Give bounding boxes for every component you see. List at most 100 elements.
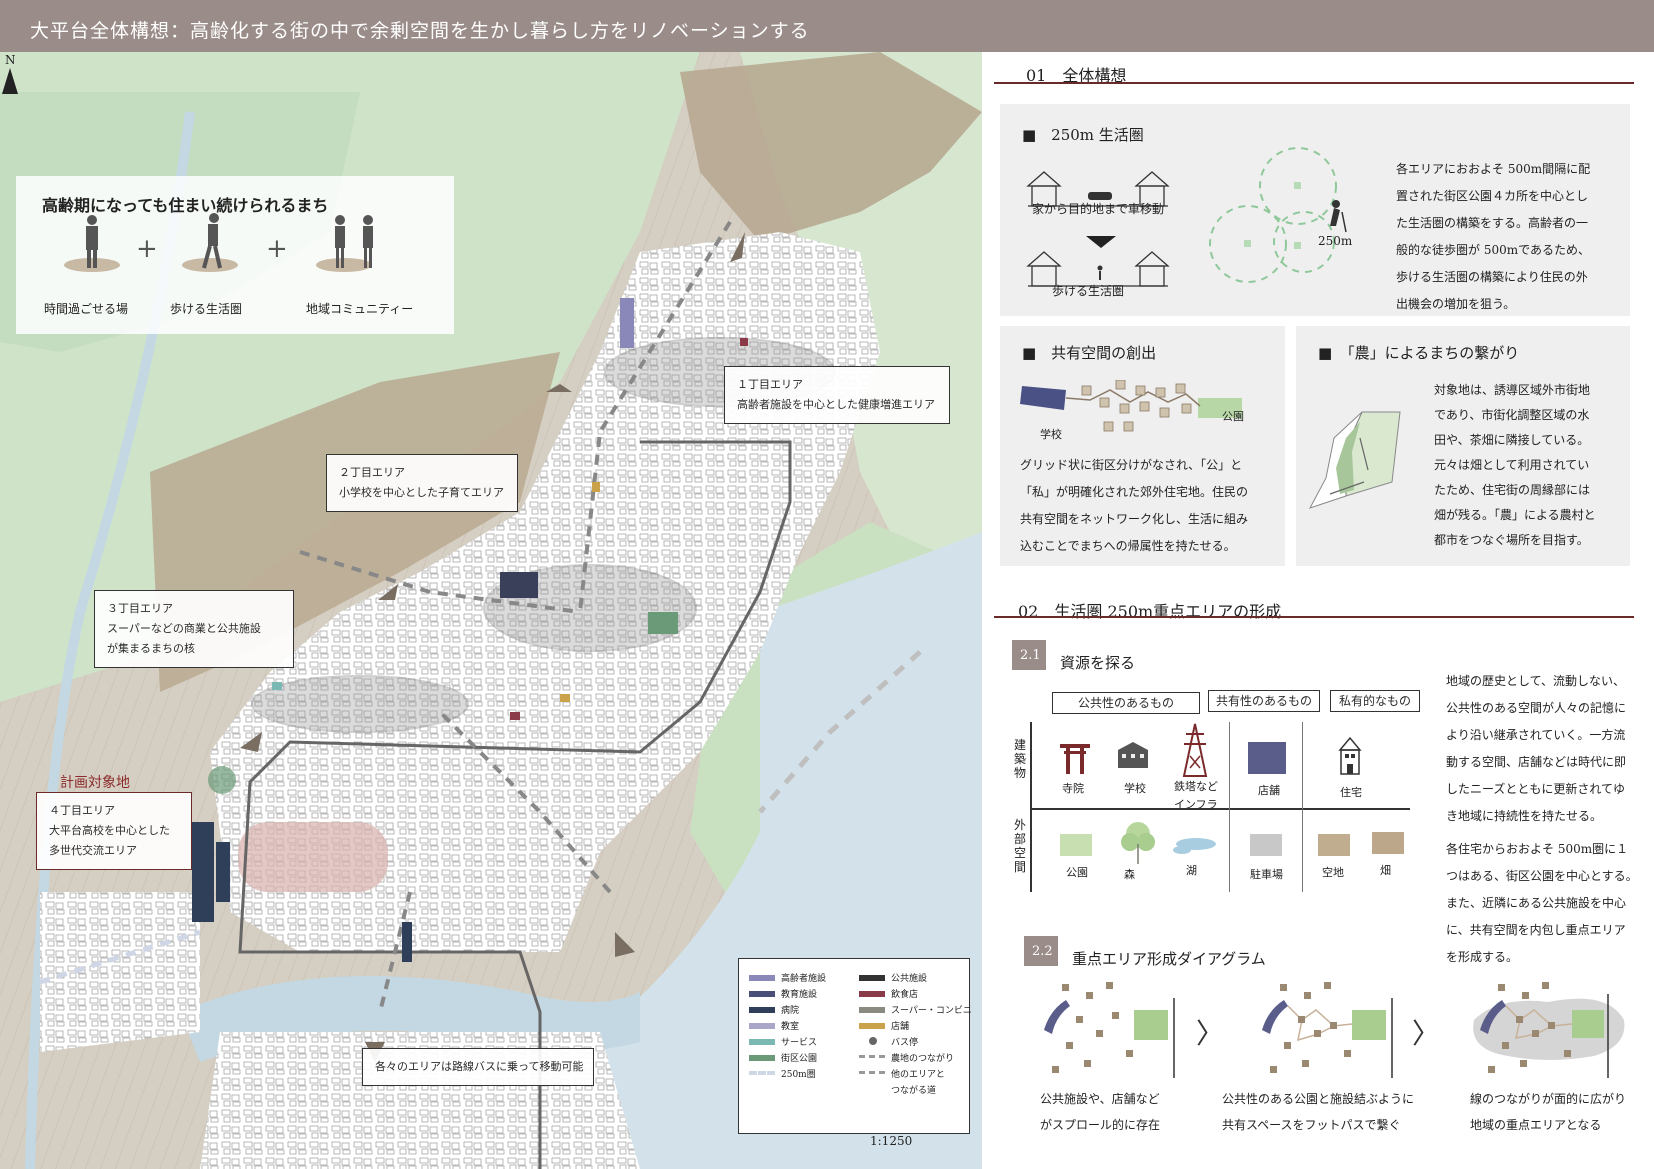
text-line: 各住宅からおおよそ 500m圏に１ xyxy=(1446,842,1629,856)
caption-line: 公共施設や、店舗など xyxy=(1040,1092,1160,1106)
page-header: 大平台全体構想：高齢化する街の中で余剰空間を生かし暮らし方をリノベーションする xyxy=(0,0,1654,52)
area-name: ４丁目エリア xyxy=(49,804,115,817)
text-line: 対象地は、誘導区域外市街地 xyxy=(1434,383,1591,397)
section-02-heading: 02 生活圏 250m重点エリアの形成 xyxy=(1018,598,1281,622)
area-card-1chome: １丁目エリア 高齢者施設を中心とした健康増進エリア xyxy=(724,366,950,424)
plus-icon: + xyxy=(266,234,288,264)
standing-person-icon xyxy=(86,215,98,268)
area-card-2chome: ２丁目エリア 小学校を中心とした子育てエリア xyxy=(326,454,518,512)
panel-farm: ■ 「農」によるまちの繋がり 対象地は、誘導区域外市街地 であり、市街化調整区域… xyxy=(1296,326,1630,566)
section-02-rule xyxy=(994,616,1634,618)
panel-farm-text: 対象地は、誘導区域外市街地 であり、市街化調整区域の水 田や、茶畑に隣接している… xyxy=(1434,378,1630,553)
intro-label-walkable: 歩ける生活圏 xyxy=(170,302,243,316)
subsection-2-2-badge: 2.2 xyxy=(1024,936,1058,966)
text-line: 地域の歴史として、流動しない、 xyxy=(1446,674,1626,688)
area-desc: スーパーなどの商業と公共施設 xyxy=(107,622,261,635)
text-line: つはある、街区公園を中心とする。 xyxy=(1446,869,1638,883)
panel-shared-text: グリッド状に街区分けがなされ、「公」と 「私」が明確化された郊外住宅地。住民の … xyxy=(1020,452,1282,560)
text-line: グリッド状に街区分けがなされ、「公」と xyxy=(1020,458,1243,472)
resource-label-shop: 店舗 xyxy=(1258,784,1280,797)
step-arrow-icon: 〉 xyxy=(1196,1017,1225,1050)
legend-swatch-public xyxy=(859,975,885,981)
farm-connection-diagram xyxy=(1308,411,1401,509)
legend-label: 250m圏 xyxy=(781,1070,816,1080)
concept-intro-title: 高齢期になっても住まい続けられるまち xyxy=(42,196,329,215)
forest-tree-icon xyxy=(1121,822,1155,864)
legend-swatch-service xyxy=(749,1039,775,1045)
caption-line: 公共性のある公園と施設結ぶように xyxy=(1222,1092,1415,1106)
text-line: 歩ける生活圏の構築により住民の外 xyxy=(1396,270,1588,284)
legend-swatch-farm-link xyxy=(859,1055,885,1058)
text-line: より沿い継承されていく。一方流 xyxy=(1446,728,1626,742)
text-line: 置された街区公園４カ所を中心とし xyxy=(1396,189,1589,203)
legend-swatch-elderly xyxy=(749,975,775,981)
legend-swatch-supermarket xyxy=(859,1007,885,1013)
text-line: 込むことでまちへの帰属性を持たせる。 xyxy=(1020,539,1236,553)
school-building-icon xyxy=(1118,742,1148,768)
steel-tower-icon xyxy=(1182,723,1208,777)
diagram-caption-2: 公共性のある公園と施設結ぶように 共有スペースをフットパスで繋ぐ xyxy=(1222,1086,1414,1138)
lake-icon xyxy=(1173,838,1216,854)
legend-label: 農地のつながり xyxy=(891,1054,955,1064)
legend-label: つながる道 xyxy=(891,1086,937,1096)
legend-swatch-shop xyxy=(859,1023,885,1029)
panel-250m: ■ 250m 生活圏 家から目的地まで車移動 歩ける生活圏 250m 各エリアに… xyxy=(1000,104,1630,316)
diagram-step-1 xyxy=(1044,982,1175,1078)
section-number: 02 xyxy=(1018,602,1039,621)
legend-label: 公共施設 xyxy=(891,974,928,984)
panel-shared-title: ■ 共有空間の創出 xyxy=(1022,344,1157,362)
panel-shared-space: ■ 共有空間の創出 学校 公園 グリッド状に街区分けがなされ、「公」と 「私」が… xyxy=(1000,326,1285,566)
panel-farm-title: ■ 「農」によるまちの繋がり xyxy=(1318,344,1520,362)
plus-icon: + xyxy=(136,234,158,264)
text-line: 共有空間をネットワーク化し、生活に組み xyxy=(1020,512,1249,526)
area-name: １丁目エリア xyxy=(737,378,803,391)
area-desc: 小学校を中心とした子育てエリア xyxy=(339,486,504,499)
caption-line: 線のつながりが面的に広がり xyxy=(1470,1092,1627,1106)
panel-250m-text: 各エリアにおおよそ 500m間隔に配 置された街区公園４カ所を中心とし た生活圏… xyxy=(1396,156,1622,318)
intro-label-community: 地域コミュニティー xyxy=(306,302,414,316)
panel-250m-title: ■ 250m 生活圏 xyxy=(1022,126,1144,144)
text-line: 「私」が明確化された郊外住宅地。住民の xyxy=(1020,485,1249,499)
car-move-label: 家から目的地まで車移動 xyxy=(1032,202,1165,216)
diagram-caption-1: 公共施設や、店舗など がスプロール的に存在 xyxy=(1040,1086,1160,1138)
area-desc: 高齢者施設を中心とした健康増進エリア xyxy=(737,398,935,411)
category-private: 私有的なもの xyxy=(1330,690,1420,712)
temple-gate-icon xyxy=(1060,744,1090,774)
walkable-area-label: 歩ける生活圏 xyxy=(1052,284,1125,298)
resource-text-2: 各住宅からおおよそ 500m圏に１ つはある、街区公園を中心とする。 また、近隣… xyxy=(1446,836,1646,971)
north-arrow-icon: N xyxy=(2,53,18,94)
legend-label: 教室 xyxy=(781,1022,800,1032)
area-name: ２丁目エリア xyxy=(339,466,405,479)
resource-label-house: 住宅 xyxy=(1340,786,1362,799)
grid-divider xyxy=(1302,722,1303,892)
legend-swatch-classroom xyxy=(749,1023,775,1029)
grid-divider xyxy=(1229,722,1230,892)
resource-text-1: 地域の歴史として、流動しない、 公共性のある空間が人々の記憶に より沿い継承され… xyxy=(1446,668,1646,830)
intro-label-place: 時間過ごせる場 xyxy=(44,302,129,316)
resource-label-infrastructure: インフラ xyxy=(1174,798,1218,811)
legend-label: 街区公園 xyxy=(781,1054,818,1064)
legend-label: 高齢者施設 xyxy=(781,974,827,984)
legend-label: 病院 xyxy=(781,1006,800,1016)
legend-label: 他のエリアと xyxy=(891,1070,945,1080)
category-shared: 共有性のあるもの xyxy=(1208,690,1320,712)
legend-label: 飲食店 xyxy=(891,990,919,1000)
text-line: 公共性のある空間が人々の記憶に xyxy=(1446,701,1627,715)
resource-label-field: 畑 xyxy=(1380,864,1391,877)
subsection-2-1-badge: 2.1 xyxy=(1012,640,1046,670)
text-line: 出機会の増加を狙う。 xyxy=(1396,297,1516,311)
grid-axis-vertical xyxy=(1030,722,1032,892)
text-line: たため、住宅街の周縁部には xyxy=(1434,483,1591,497)
legend-label: サービス xyxy=(781,1038,818,1048)
target-site-label: 計画対象地 xyxy=(60,775,130,791)
resource-label-school: 学校 xyxy=(1124,782,1146,795)
area-desc: 大平台高校を中心とした xyxy=(49,824,170,837)
subsection-2-2-title: 重点エリア形成ダイアグラム xyxy=(1072,950,1266,968)
diagram-caption-3: 線のつながりが面的に広がり 地域の重点エリアとなる xyxy=(1470,1086,1626,1138)
caption-line: 地域の重点エリアとなる xyxy=(1470,1118,1602,1132)
legend-label: 店舗 xyxy=(891,1022,910,1032)
grid-axis-horizontal xyxy=(1030,808,1410,810)
subsection-2-1-title: 資源を探る xyxy=(1060,654,1136,672)
text-line: また、近隣にある公共施設を中心 xyxy=(1446,896,1627,910)
text-line: を形成する。 xyxy=(1446,950,1519,964)
